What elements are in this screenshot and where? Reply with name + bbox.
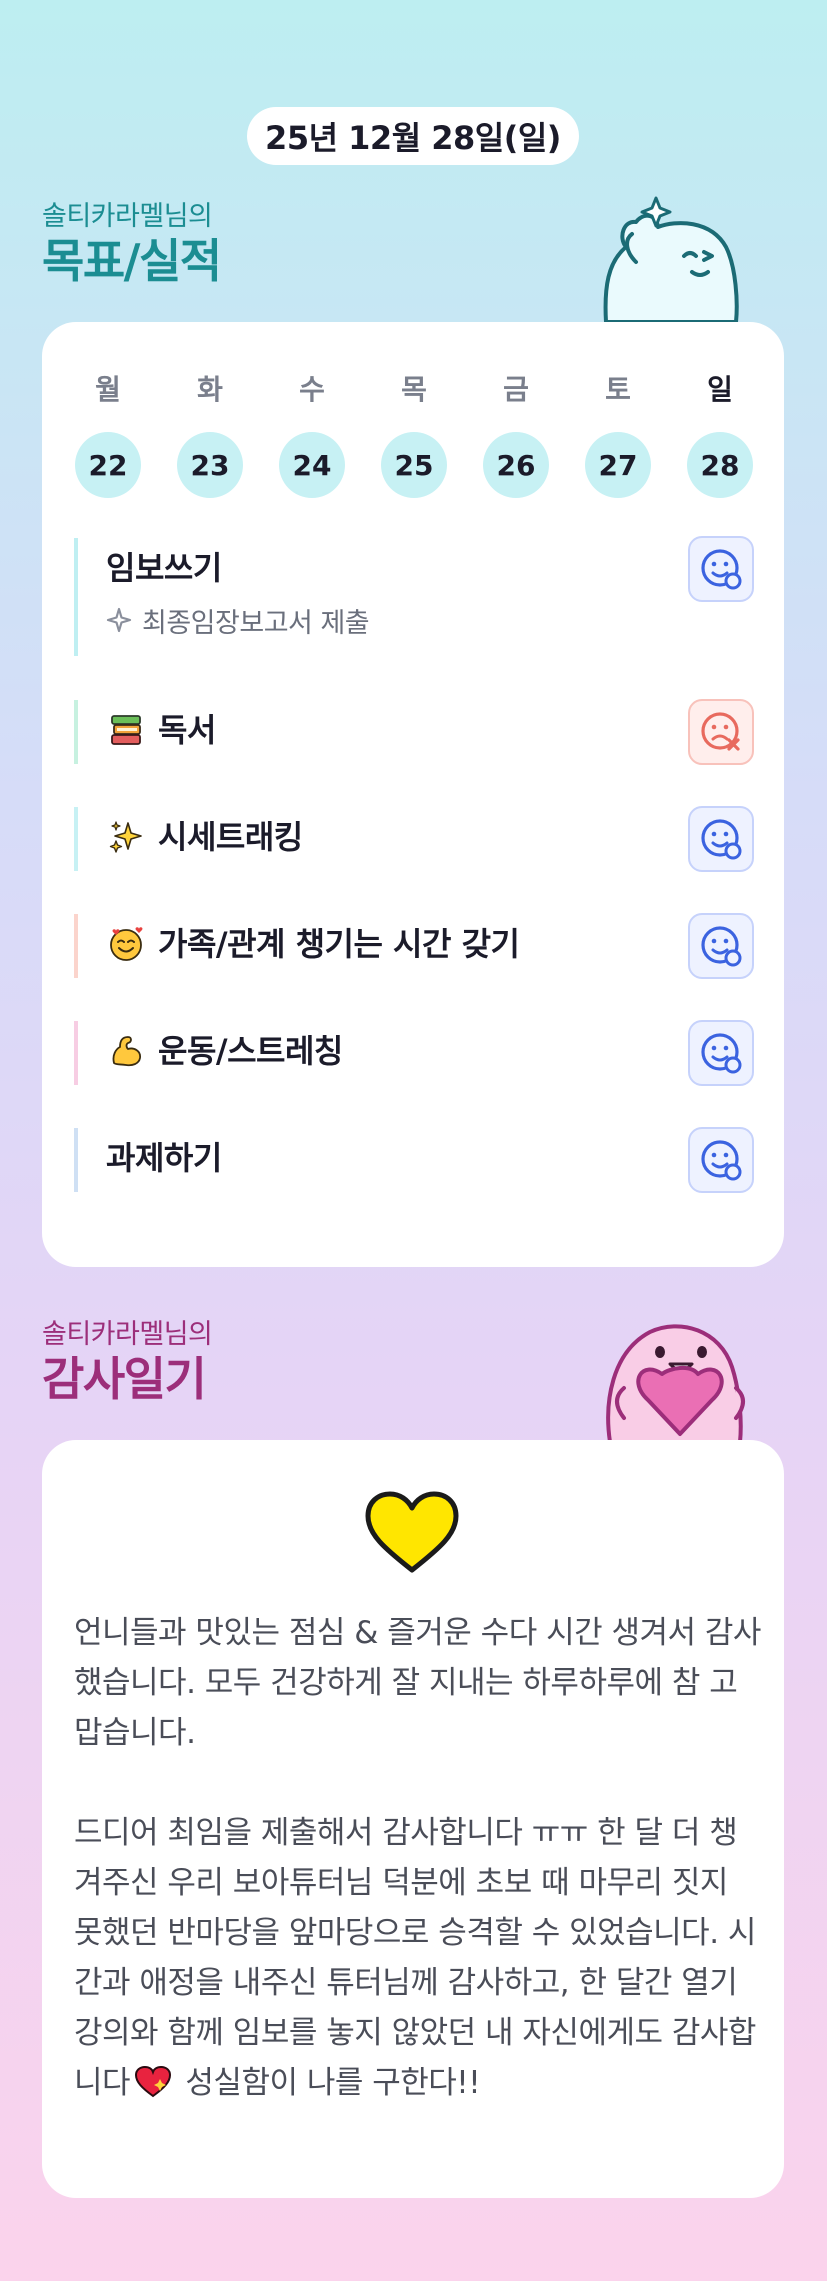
smile-face-icon bbox=[701, 549, 742, 590]
goals-card: 월 22 화 23 수 24 목 25 금 26 토 27 일 28 임보쓰기 … bbox=[42, 322, 784, 1267]
yellow-heart-icon bbox=[365, 1491, 459, 1573]
gratitude-paragraph-text: 드디어 최임을 제출해서 감사합니다 ㅠㅠ 한 달 더 챙겨주신 우리 보아튜터… bbox=[74, 1815, 756, 2101]
sparkling-heart-icon bbox=[135, 2065, 172, 2098]
smiling-face-hearts-icon bbox=[106, 924, 146, 964]
day-fri[interactable]: 금 26 bbox=[482, 370, 550, 498]
smile-face-icon bbox=[701, 819, 742, 860]
day-name: 금 bbox=[503, 373, 529, 406]
sparkles-icon bbox=[106, 817, 146, 857]
date-pill[interactable]: 25년 12월 28일(일) bbox=[247, 107, 579, 165]
goal-title-text: 가족/관계 챙기는 시간 갖기 bbox=[158, 925, 520, 963]
day-sun[interactable]: 일 28 bbox=[686, 370, 754, 498]
goal-item[interactable]: 과제하기 bbox=[74, 1127, 754, 1193]
goal-title-text: 임보쓰기 bbox=[106, 549, 222, 587]
day-number: 26 bbox=[483, 432, 549, 498]
smile-face-icon bbox=[701, 926, 742, 967]
day-sat[interactable]: 토 27 bbox=[584, 370, 652, 498]
day-number: 24 bbox=[279, 432, 345, 498]
goal-title-text: 운동/스트레칭 bbox=[158, 1032, 343, 1070]
goal-title: 임보쓰기 bbox=[106, 538, 754, 598]
goal-title-text: 과제하기 bbox=[106, 1139, 222, 1177]
status-missed-button[interactable] bbox=[688, 699, 754, 765]
goal-title: 시세트래킹 bbox=[106, 807, 754, 867]
gratitude-section-header: 솔티카라멜님의 감사일기 bbox=[42, 1318, 213, 1406]
smile-face-icon bbox=[701, 1033, 742, 1074]
books-icon bbox=[106, 710, 146, 750]
goal-subtask: 최종임장보고서 제출 bbox=[106, 604, 754, 644]
smile-face-icon bbox=[701, 1140, 742, 1181]
date-label: 25년 12월 28일(일) bbox=[265, 119, 561, 157]
status-done-button[interactable] bbox=[688, 913, 754, 979]
gratitude-section-title: 감사일기 bbox=[42, 1352, 207, 1406]
goal-item[interactable]: 독서 bbox=[74, 699, 754, 765]
status-done-button[interactable] bbox=[688, 536, 754, 602]
ghost-holding-heart-icon bbox=[606, 1324, 745, 1442]
day-number: 28 bbox=[687, 432, 753, 498]
goal-title-text: 독서 bbox=[158, 711, 216, 749]
gratitude-owner-label: 솔티카라멜님의 bbox=[42, 1319, 213, 1350]
day-number: 27 bbox=[585, 432, 651, 498]
goal-title-text: 시세트래킹 bbox=[158, 818, 303, 856]
day-number: 25 bbox=[381, 432, 447, 498]
day-tue[interactable]: 화 23 bbox=[176, 370, 244, 498]
status-done-button[interactable] bbox=[688, 806, 754, 872]
flexed-biceps-icon bbox=[106, 1031, 146, 1071]
goals-owner-label: 솔티카라멜님의 bbox=[42, 201, 213, 232]
day-number: 22 bbox=[75, 432, 141, 498]
status-done-button[interactable] bbox=[688, 1127, 754, 1193]
week-strip: 월 22 화 23 수 24 목 25 금 26 토 27 일 28 bbox=[74, 370, 754, 498]
day-name: 월 bbox=[95, 373, 121, 406]
gratitude-card: 언니들과 맛있는 점심 & 즐거운 수다 시간 생겨서 감사했습니다. 모두 건… bbox=[42, 1440, 784, 2198]
gratitude-body: 언니들과 맛있는 점심 & 즐거운 수다 시간 생겨서 감사했습니다. 모두 건… bbox=[74, 1608, 764, 2108]
day-thu[interactable]: 목 25 bbox=[380, 370, 448, 498]
sparkle-outline-icon bbox=[106, 604, 132, 644]
goal-title: 운동/스트레칭 bbox=[106, 1021, 754, 1081]
day-name: 일 bbox=[707, 373, 733, 406]
goal-title: 가족/관계 챙기는 시간 갖기 bbox=[106, 914, 754, 974]
goal-item[interactable]: 운동/스트레칭 bbox=[74, 1020, 754, 1086]
day-wed[interactable]: 수 24 bbox=[278, 370, 346, 498]
day-mon[interactable]: 월 22 bbox=[74, 370, 142, 498]
goal-subtask-text: 최종임장보고서 제출 bbox=[142, 608, 370, 639]
frown-face-icon bbox=[701, 712, 740, 751]
day-name: 수 bbox=[299, 373, 325, 406]
day-name: 토 bbox=[605, 373, 631, 406]
gratitude-paragraph: 언니들과 맛있는 점심 & 즐거운 수다 시간 생겨서 감사했습니다. 모두 건… bbox=[74, 1615, 761, 1751]
day-name: 화 bbox=[197, 373, 223, 406]
goal-title: 과제하기 bbox=[106, 1128, 754, 1188]
day-name: 목 bbox=[401, 373, 427, 406]
status-done-button[interactable] bbox=[688, 1020, 754, 1086]
goal-title: 독서 bbox=[106, 700, 754, 760]
ghost-cheering-icon bbox=[603, 196, 739, 322]
gratitude-paragraph: 드디어 최임을 제출해서 감사합니다 ㅠㅠ 한 달 더 챙겨주신 우리 보아튜터… bbox=[74, 1808, 764, 2108]
goals-section-title: 목표/실적 bbox=[42, 234, 222, 288]
gratitude-paragraph-tail: 성실함이 나를 구한다!! bbox=[176, 2065, 481, 2101]
goals-section-header: 솔티카라멜님의 목표/실적 bbox=[42, 200, 222, 288]
goal-item[interactable]: 임보쓰기 최종임장보고서 제출 bbox=[74, 536, 754, 656]
goal-item[interactable]: 시세트래킹 bbox=[74, 806, 754, 872]
day-number: 23 bbox=[177, 432, 243, 498]
goal-item[interactable]: 가족/관계 챙기는 시간 갖기 bbox=[74, 913, 754, 979]
